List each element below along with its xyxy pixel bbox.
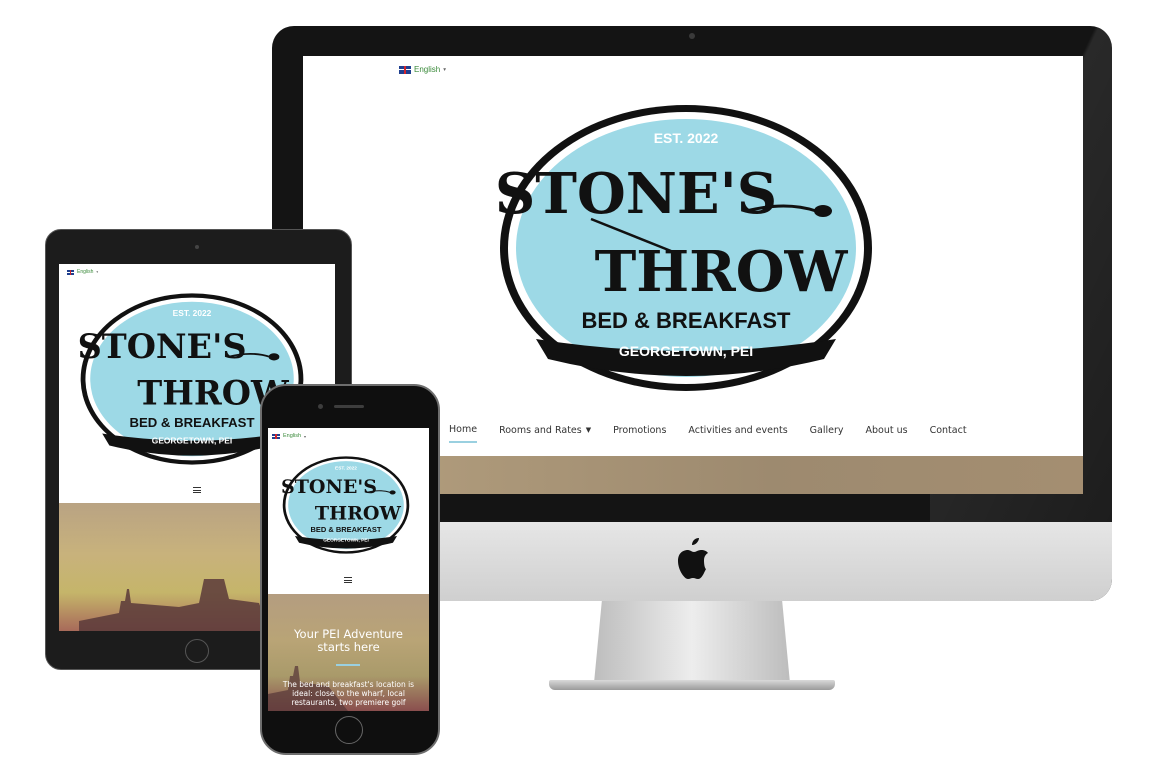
logo-location: GEORGETOWN, PEI bbox=[619, 343, 753, 359]
logo-established: EST. 2022 bbox=[335, 465, 357, 471]
site-logo-phone[interactable]: EST. 2022 STONE'S THROW BED & BREAKFAST … bbox=[276, 455, 416, 555]
phone-home-button[interactable] bbox=[335, 716, 363, 744]
hero-section-phone: Your PEI Adventure starts here The bed a… bbox=[268, 594, 429, 711]
phone-camera bbox=[318, 404, 323, 409]
logo-tagline: BED & BREAKFAST bbox=[130, 415, 255, 430]
apple-logo-icon bbox=[678, 538, 708, 579]
caret-down-icon: ▾ bbox=[96, 270, 99, 274]
main-nav: Home Rooms and Rates ▼ Promotions Activi… bbox=[449, 422, 967, 443]
hero-body-text: The bed and breakfast's location is idea… bbox=[282, 680, 415, 707]
logo-name-line1: STONE'S bbox=[78, 327, 247, 366]
tablet-home-button[interactable] bbox=[185, 639, 209, 663]
phone-screen: English ▾ EST. 2022 STONE'S THROW BED & … bbox=[268, 428, 429, 711]
nav-promotions[interactable]: Promotions bbox=[613, 423, 666, 442]
uk-flag-icon bbox=[67, 269, 74, 275]
logo-name-line2: THROW bbox=[315, 503, 402, 525]
logo-tagline: BED & BREAKFAST bbox=[581, 308, 791, 333]
caret-down-icon: ▾ bbox=[443, 66, 447, 73]
logo-location: GEORGETOWN, PEI bbox=[152, 436, 232, 446]
language-label: English bbox=[414, 65, 441, 74]
nav-rooms-and-rates[interactable]: Rooms and Rates bbox=[499, 423, 582, 442]
site-logo[interactable]: EST. 2022 STONE'S THROW BED & BREAKFAST … bbox=[496, 101, 876, 395]
hero-heading: Your PEI Adventure starts here bbox=[294, 627, 403, 654]
logo-tagline: BED & BREAKFAST bbox=[311, 525, 382, 534]
nav-contact[interactable]: Contact bbox=[930, 423, 967, 442]
imac-stand-neck bbox=[594, 601, 790, 683]
uk-flag-icon bbox=[272, 433, 280, 439]
caret-down-icon: ▾ bbox=[304, 434, 306, 439]
nav-activities-and-events[interactable]: Activities and events bbox=[688, 423, 787, 442]
hamburger-menu-icon[interactable] bbox=[193, 487, 201, 493]
logo-established: EST. 2022 bbox=[173, 308, 212, 318]
nav-gallery[interactable]: Gallery bbox=[810, 423, 844, 442]
phone-speaker bbox=[334, 405, 364, 408]
nav-home[interactable]: Home bbox=[449, 422, 478, 443]
imac-stand-foot bbox=[549, 680, 835, 690]
language-label: English bbox=[77, 269, 94, 275]
language-selector-tablet[interactable]: English ▾ bbox=[67, 269, 98, 275]
language-selector[interactable]: English ▾ bbox=[399, 65, 446, 74]
caret-down-icon[interactable]: ▼ bbox=[586, 426, 591, 440]
language-label: English bbox=[283, 433, 302, 439]
logo-established: EST. 2022 bbox=[654, 130, 719, 146]
uk-flag-icon bbox=[399, 65, 411, 74]
tablet-camera bbox=[195, 245, 199, 249]
logo-location: GEORGETOWN, PEI bbox=[323, 538, 369, 544]
language-selector-phone[interactable]: English ▾ bbox=[272, 433, 306, 439]
imac-camera bbox=[689, 33, 695, 39]
hero-divider bbox=[336, 664, 360, 666]
hamburger-menu-icon[interactable] bbox=[344, 577, 352, 583]
logo-name-line2: THROW bbox=[595, 239, 849, 305]
logo-name-line1: STONE'S bbox=[281, 476, 377, 498]
logo-name-line1: STONE'S bbox=[496, 161, 777, 227]
nav-about-us[interactable]: About us bbox=[866, 423, 908, 442]
